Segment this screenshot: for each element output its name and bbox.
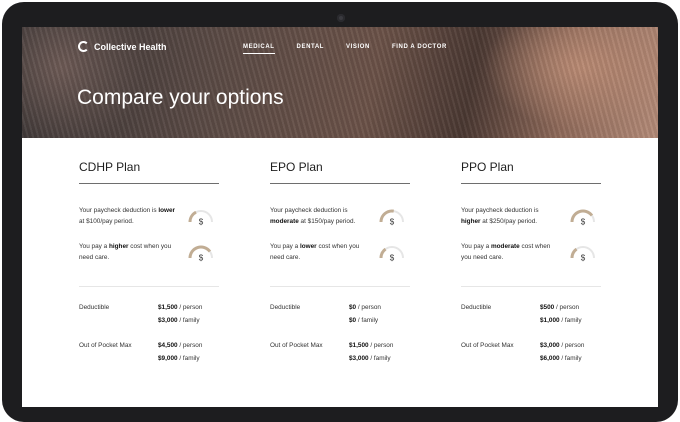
- oop-label: Out of Pocket Max: [461, 342, 514, 349]
- deductible-person: $1,500 / person: [158, 304, 203, 311]
- divider: [461, 183, 601, 184]
- deductible-person: $500 / person: [540, 304, 580, 311]
- deductible-label: Deductible: [461, 304, 492, 311]
- brand-name: Collective Health: [94, 41, 167, 52]
- cost-gauge-icon: $: [570, 246, 595, 263]
- deductible-family: $3,000 / family: [158, 317, 200, 324]
- dollar-icon: $: [581, 218, 586, 227]
- divider: [270, 286, 410, 287]
- nav-dental[interactable]: DENTAL: [297, 44, 325, 54]
- cost-text: You pay a higher cost when you need care…: [79, 243, 172, 261]
- oop-person: $1,500 / person: [349, 342, 394, 349]
- deductible-family: $0 / family: [349, 317, 379, 324]
- gauge-fill: [379, 247, 387, 259]
- logo-icon: [78, 41, 89, 52]
- dollar-icon: $: [390, 254, 395, 263]
- divider: [79, 286, 219, 287]
- deduction-gauge-icon: $: [188, 210, 213, 227]
- cost-gauge-icon: $: [379, 246, 404, 263]
- nav-vision[interactable]: VISION: [346, 44, 370, 54]
- oop-label: Out of Pocket Max: [79, 342, 132, 349]
- camera-dot: [337, 14, 345, 22]
- brand-logo[interactable]: Collective Health: [78, 41, 167, 52]
- divider: [270, 183, 410, 184]
- hero-banner: Collective Health MEDICAL DENTAL VISION …: [22, 27, 658, 138]
- oop-family: $9,000 / family: [158, 355, 200, 362]
- divider: [461, 286, 601, 287]
- plan-title: EPO Plan: [270, 160, 323, 174]
- deduction-text: Your paycheck deduction is higher at $25…: [461, 207, 539, 225]
- screen: Collective Health MEDICAL DENTAL VISION …: [22, 27, 658, 407]
- cost-gauge-icon: $: [188, 245, 213, 263]
- oop-person: $3,000 / person: [540, 342, 585, 349]
- page-title: Compare your options: [77, 86, 284, 109]
- cost-text: You pay a lower cost when you need care.: [270, 243, 360, 261]
- deductible-family: $1,000 / family: [540, 317, 582, 324]
- deduction-text: Your paycheck deduction is lower at $100…: [79, 207, 176, 225]
- deductible-label: Deductible: [270, 304, 301, 311]
- deduction-gauge-icon: $: [570, 209, 595, 227]
- cost-text: You pay a moderate cost when you need ca…: [461, 243, 551, 261]
- gauge-fill: [188, 210, 197, 223]
- plan-title: PPO Plan: [461, 160, 514, 174]
- dollar-icon: $: [390, 218, 395, 227]
- oop-family: $3,000 / family: [349, 355, 391, 362]
- nav-find-a-doctor[interactable]: FIND A DOCTOR: [392, 44, 447, 54]
- deductible-person: $0 / person: [349, 304, 381, 311]
- dollar-icon: $: [199, 254, 204, 263]
- nav-medical[interactable]: MEDICAL: [243, 44, 275, 54]
- gauge-fill: [570, 247, 578, 259]
- deductible-label: Deductible: [79, 304, 110, 311]
- divider: [79, 183, 219, 184]
- oop-person: $4,500 / person: [158, 342, 203, 349]
- deduction-text: Your paycheck deduction is moderate at $…: [270, 207, 356, 225]
- plan-title: CDHP Plan: [79, 160, 141, 174]
- deduction-gauge-icon: $: [379, 209, 404, 227]
- oop-label: Out of Pocket Max: [270, 342, 323, 349]
- top-nav: MEDICAL DENTAL VISION FIND A DOCTOR: [243, 44, 469, 54]
- oop-family: $6,000 / family: [540, 355, 582, 362]
- dollar-icon: $: [581, 254, 586, 263]
- dollar-icon: $: [199, 218, 204, 227]
